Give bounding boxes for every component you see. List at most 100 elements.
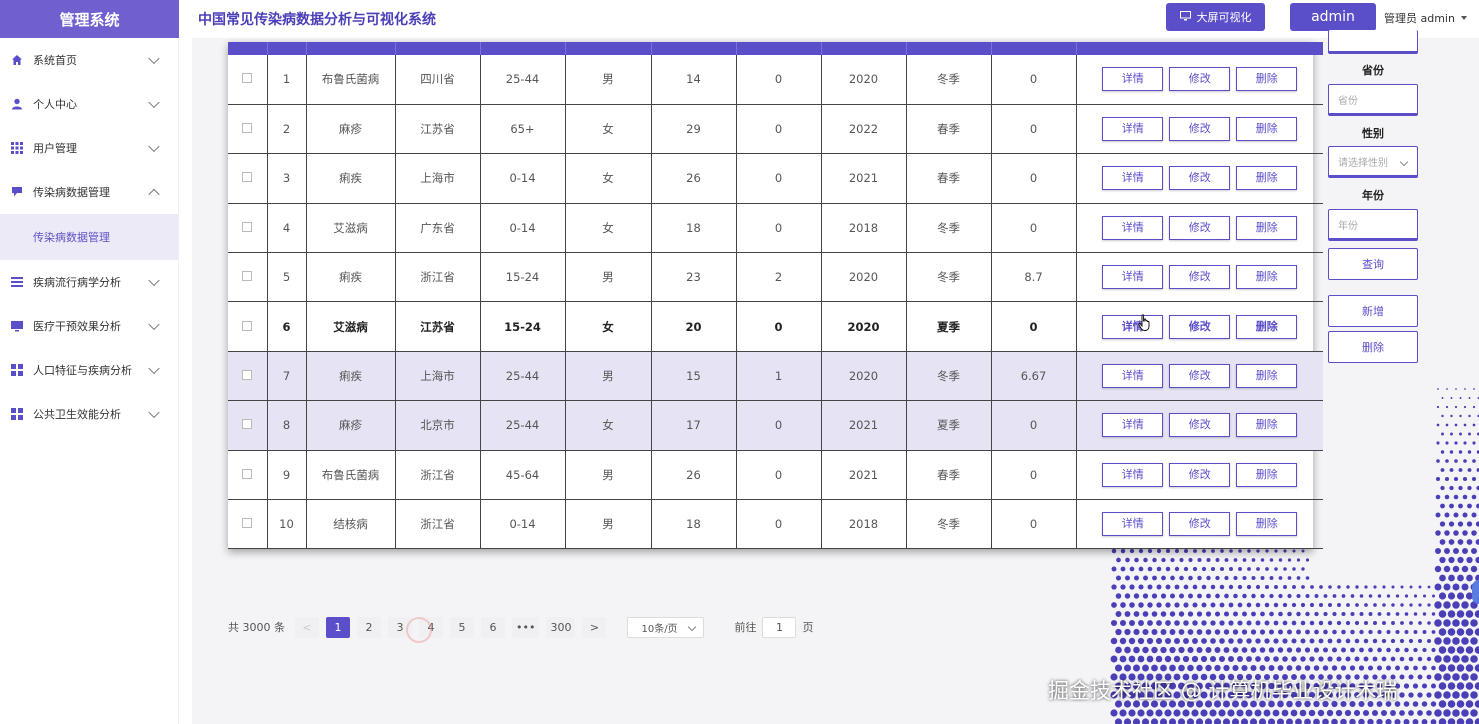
delete-button[interactable]: 删除 — [1236, 413, 1298, 438]
table-row[interactable]: 3 痢疾 上海市 0-14 女 26 0 2021 春季 0 详情 修改 删除 — [228, 153, 1323, 204]
delete-button[interactable]: 删除 — [1236, 166, 1298, 191]
detail-button[interactable]: 详情 — [1102, 462, 1164, 487]
delete-button[interactable]: 删除 — [1236, 364, 1298, 389]
halftone-dot — [1151, 646, 1158, 654]
detail-button[interactable]: 详情 — [1102, 512, 1164, 537]
row-actions: 详情 修改 删除 — [1076, 450, 1323, 501]
page-size-select[interactable]: 10条/页 — [627, 616, 705, 638]
row-checkbox[interactable] — [242, 73, 253, 84]
prev-page-button[interactable]: < — [295, 616, 319, 638]
row-checkbox[interactable] — [242, 370, 253, 381]
page-button[interactable]: 6 — [481, 616, 505, 638]
table-row[interactable]: 10 结核病 浙江省 0-14 男 18 0 2018 冬季 0 详情 修改 删除 — [228, 499, 1323, 550]
edit-button[interactable]: 修改 — [1169, 117, 1231, 142]
halftone-dot — [1273, 638, 1279, 644]
gender-select[interactable]: 请选择性别 — [1328, 146, 1418, 178]
detail-button[interactable]: 详情 — [1102, 117, 1164, 142]
halftone-dot — [1292, 567, 1296, 571]
goto-page-input[interactable]: 1 — [762, 616, 797, 638]
delete-button[interactable]: 删除 — [1236, 265, 1298, 290]
sidebar-item-disease-data[interactable]: 传染病数据管理 — [0, 170, 178, 214]
halftone-dot — [1246, 620, 1252, 626]
halftone-dot — [1313, 647, 1320, 653]
user-menu[interactable]: 管理员 admin — [1384, 10, 1467, 26]
table-row[interactable]: 9 布鲁氏菌病 浙江省 45-64 男 26 0 2021 春季 0 详情 修改 删除 — [228, 450, 1323, 501]
sidebar-subitem-disease-data[interactable]: 传染病数据管理 — [0, 214, 178, 260]
edit-button[interactable]: 修改 — [1169, 314, 1231, 339]
sidebar-item-profile[interactable]: 个人中心 — [0, 82, 178, 126]
halftone-dot — [1228, 656, 1234, 662]
halftone-dot — [1254, 709, 1262, 717]
side-scroll-handle[interactable] — [1472, 580, 1479, 604]
table-row[interactable]: 7 痢疾 上海市 25-44 男 15 1 2020 冬季 6.67 详情 修改 删除 — [228, 351, 1323, 402]
halftone-dot — [1400, 603, 1404, 607]
admin-button[interactable]: admin — [1290, 3, 1376, 31]
page-button[interactable]: 5 — [450, 616, 474, 638]
table-row[interactable]: 8 麻疹 北京市 25-44 女 17 0 2021 夏季 0 详情 修改 删除 — [228, 400, 1323, 451]
table-row[interactable]: 5 痢疾 浙江省 15-24 男 23 2 2020 冬季 8.7 详情 修改 删除 — [228, 252, 1323, 303]
detail-button[interactable]: 详情 — [1102, 314, 1164, 339]
more-pages-button[interactable]: ••• — [512, 616, 540, 638]
row-checkbox[interactable] — [242, 221, 253, 232]
row-checkbox[interactable] — [242, 320, 253, 331]
sidebar-item-demographics[interactable]: 人口特征与疾病分析 — [0, 348, 178, 392]
filter-top-field[interactable] — [1328, 30, 1418, 54]
table-row[interactable]: 6 艾滋病 江苏省 15-24 女 20 0 2020 夏季 0 详情 修改 删除 — [228, 301, 1323, 352]
year-input[interactable]: 年份 — [1328, 209, 1418, 241]
delete-button[interactable]: 删除 — [1236, 67, 1298, 92]
detail-button[interactable]: 详情 — [1102, 364, 1164, 389]
edit-button[interactable]: 修改 — [1169, 364, 1231, 389]
page-button[interactable]: 1 — [326, 616, 350, 638]
row-checkbox[interactable] — [242, 468, 253, 479]
table-cell: 上海市 — [395, 153, 481, 204]
halftone-dot — [1461, 565, 1469, 573]
halftone-dot — [1142, 611, 1149, 617]
halftone-dot — [1472, 423, 1476, 427]
sidebar-item-users[interactable]: 用户管理 — [0, 126, 178, 170]
detail-button[interactable]: 详情 — [1102, 215, 1164, 240]
table-cell: 广东省 — [395, 203, 481, 254]
page-button[interactable]: 2 — [357, 616, 381, 638]
row-checkbox[interactable] — [242, 518, 253, 529]
row-checkbox[interactable] — [242, 419, 253, 430]
next-page-button[interactable]: > — [582, 616, 607, 638]
page-button[interactable]: 300 — [546, 616, 576, 638]
row-checkbox[interactable] — [242, 123, 253, 134]
bigscreen-button[interactable]: 大屏可视化 — [1166, 3, 1265, 31]
row-checkbox[interactable] — [242, 172, 253, 183]
detail-button[interactable]: 详情 — [1102, 166, 1164, 191]
sidebar-item-epidemiology[interactable]: 疾病流行病学分析 — [0, 260, 178, 304]
sidebar-item-home[interactable]: 系统首页 — [0, 38, 178, 82]
edit-button[interactable]: 修改 — [1169, 265, 1231, 290]
delete-button[interactable]: 删除 — [1236, 215, 1298, 240]
edit-button[interactable]: 修改 — [1169, 67, 1231, 92]
batch-delete-button[interactable]: 删除 — [1328, 331, 1418, 363]
detail-button[interactable]: 详情 — [1102, 265, 1164, 290]
delete-button[interactable]: 删除 — [1236, 117, 1298, 142]
sidebar-item-public-health[interactable]: 公共卫生效能分析 — [0, 392, 178, 436]
delete-button[interactable]: 删除 — [1236, 314, 1298, 339]
delete-button[interactable]: 删除 — [1236, 462, 1298, 487]
province-input[interactable]: 省份 — [1328, 84, 1418, 116]
halftone-dot — [1283, 585, 1287, 589]
table-cell: 45-64 — [480, 450, 566, 501]
row-checkbox[interactable] — [242, 271, 253, 282]
halftone-dot — [1197, 575, 1202, 581]
table-row[interactable]: 1 布鲁氏菌病 四川省 25-44 男 14 0 2020 冬季 0 详情 修改 删除 — [228, 55, 1323, 105]
halftone-dot — [1371, 709, 1379, 717]
table-row[interactable]: 2 麻疹 江苏省 65+ 女 29 0 2022 春季 0 详情 修改 删除 — [228, 104, 1323, 155]
detail-button[interactable]: 详情 — [1102, 413, 1164, 438]
add-button[interactable]: 新增 — [1328, 295, 1418, 327]
edit-button[interactable]: 修改 — [1169, 512, 1231, 537]
delete-button[interactable]: 删除 — [1236, 512, 1298, 537]
edit-button[interactable]: 修改 — [1169, 215, 1231, 240]
detail-button[interactable]: 详情 — [1102, 67, 1164, 92]
halftone-dot — [1238, 567, 1242, 571]
table-row[interactable]: 4 艾滋病 广东省 0-14 女 18 0 2018 冬季 0 详情 修改 删除 — [228, 203, 1323, 254]
sidebar-item-intervention[interactable]: 医疗干预效果分析 — [0, 304, 178, 348]
query-button[interactable]: 查询 — [1328, 248, 1418, 280]
edit-button[interactable]: 修改 — [1169, 462, 1231, 487]
edit-button[interactable]: 修改 — [1169, 166, 1231, 191]
halftone-dot — [1474, 646, 1479, 654]
edit-button[interactable]: 修改 — [1169, 413, 1231, 438]
